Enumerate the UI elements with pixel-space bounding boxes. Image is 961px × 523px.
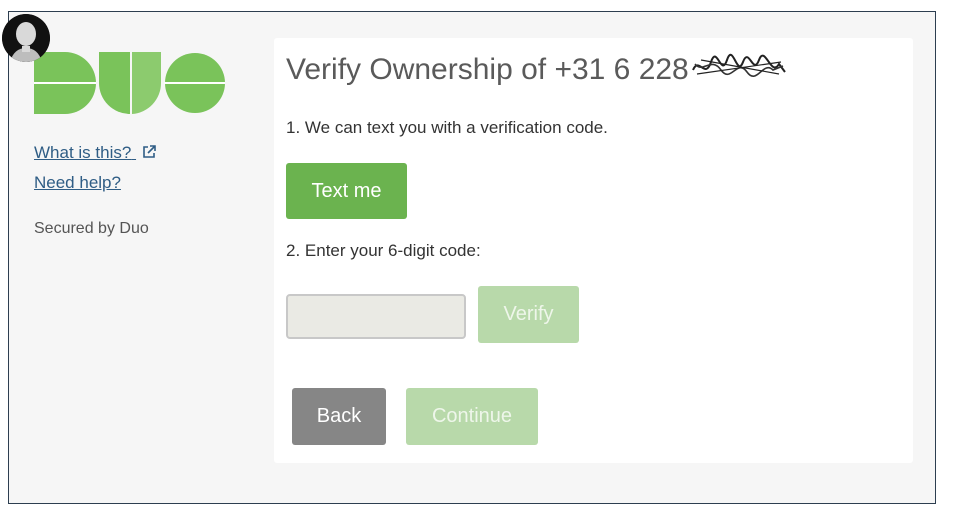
page-title: Verify Ownership of +31 6 228 — [286, 52, 787, 90]
what-is-this-link[interactable]: What is this? — [34, 143, 156, 164]
text-me-button[interactable]: Text me — [286, 163, 407, 219]
verify-button[interactable]: Verify — [478, 286, 579, 343]
external-link-icon — [142, 144, 156, 164]
secured-by-text: Secured by Duo — [34, 220, 149, 237]
step-2-text: 2. Enter your 6-digit code: — [286, 241, 481, 260]
continue-button[interactable]: Continue — [406, 388, 538, 445]
duo-logo — [34, 52, 226, 114]
step-1-text: 1. We can text you with a verification c… — [286, 118, 608, 137]
what-is-this-label: What is this? — [34, 143, 132, 162]
user-avatar — [2, 14, 50, 62]
need-help-link[interactable]: Need help? — [34, 173, 121, 193]
verification-code-input[interactable] — [286, 294, 466, 339]
back-button[interactable]: Back — [292, 388, 386, 445]
redacted-scribble — [691, 52, 787, 90]
page-title-text: Verify Ownership of +31 6 228 — [286, 52, 689, 86]
